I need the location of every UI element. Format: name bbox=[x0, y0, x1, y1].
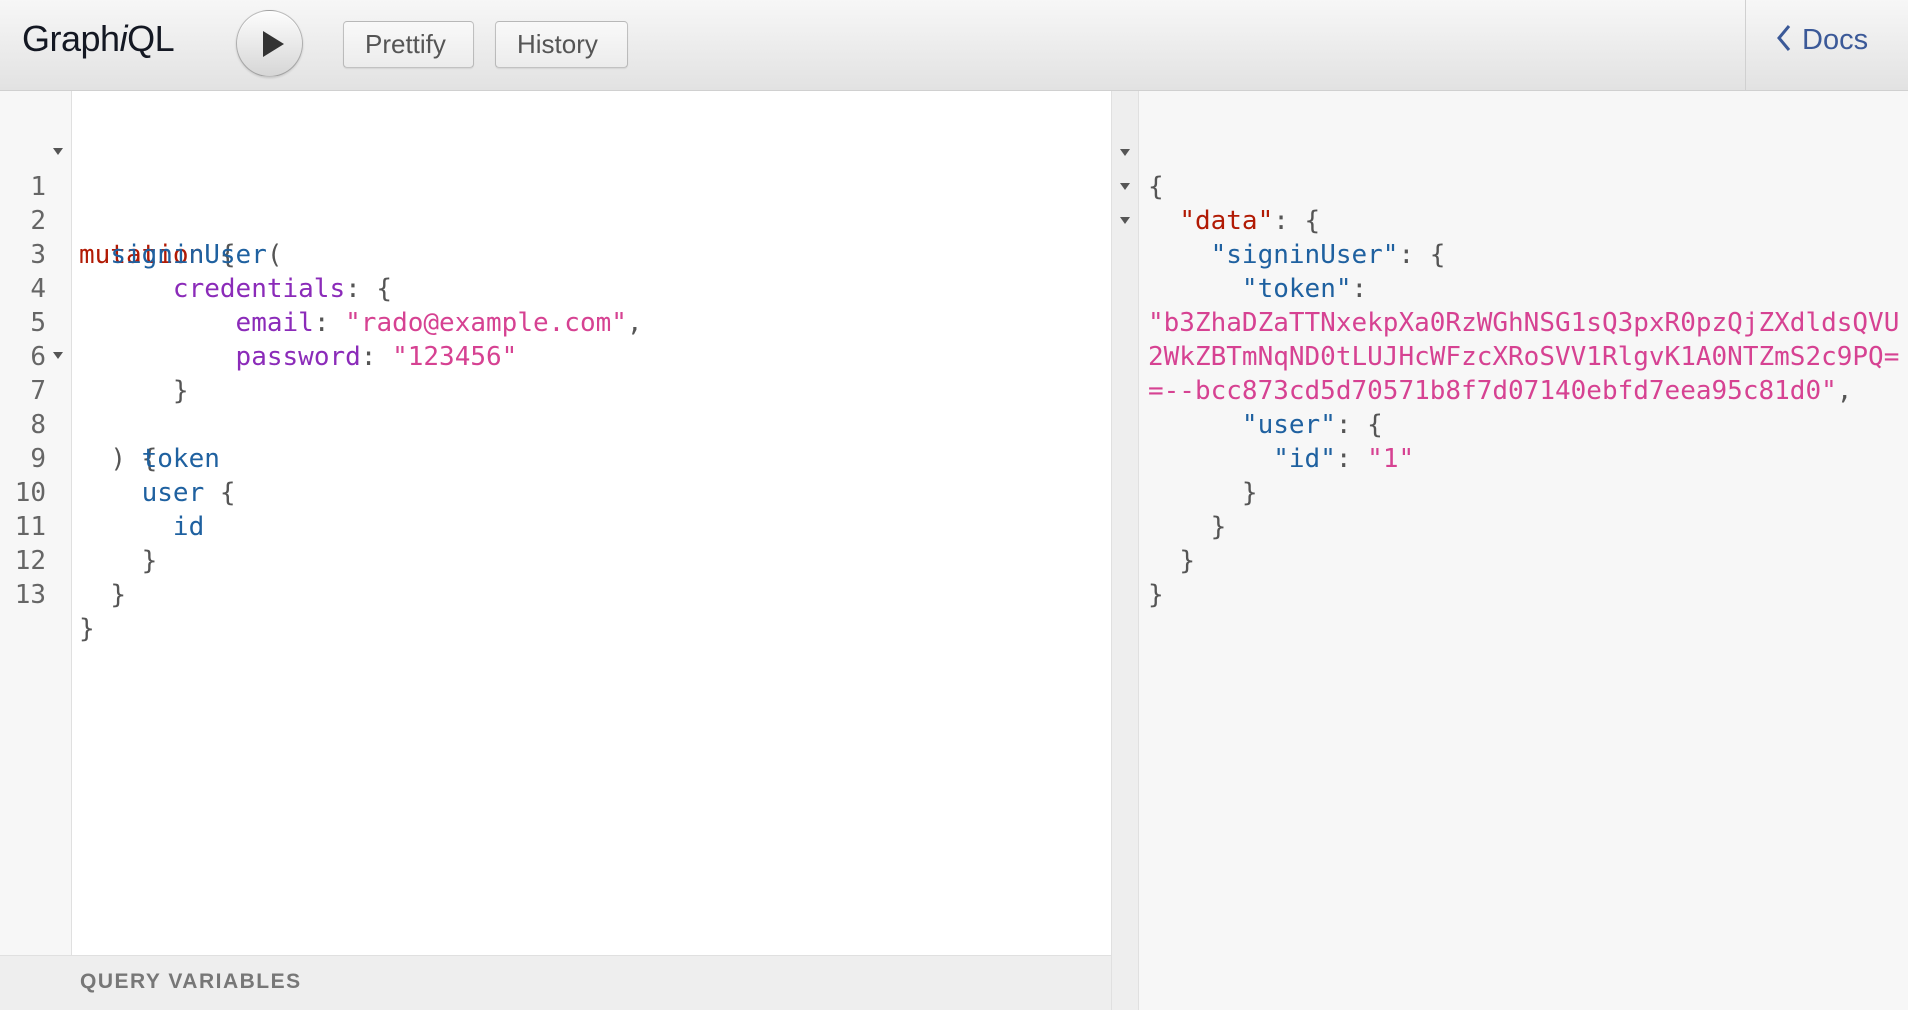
code-line: 2 signinUser( bbox=[0, 170, 282, 270]
execute-query-button[interactable] bbox=[236, 10, 303, 77]
field-name: signinUser bbox=[110, 240, 267, 270]
code-punctuation: } bbox=[79, 614, 95, 644]
code-punctuation: : bbox=[360, 342, 393, 372]
string-value: "123456" bbox=[392, 342, 518, 372]
logo-prefix: Graph bbox=[22, 18, 120, 59]
code-punctuation: { bbox=[204, 478, 236, 508]
code-line: 9 user { bbox=[0, 408, 235, 508]
fold-arrow-icon[interactable] bbox=[1120, 149, 1130, 156]
result-line: "user": { bbox=[1139, 374, 1383, 440]
field-name: id bbox=[172, 512, 205, 542]
result-line: "signinUser": { bbox=[1139, 204, 1446, 270]
result-line: } bbox=[1139, 476, 1233, 542]
result-line: "data": { bbox=[1139, 170, 1320, 236]
json-key: "user" bbox=[1241, 410, 1336, 440]
docs-explorer-toggle: Docs bbox=[1745, 0, 1908, 90]
graphiql-app: GraphiQL Prettify History Docs 1 mutatio… bbox=[0, 0, 1908, 1010]
json-key: "token" bbox=[1241, 274, 1352, 304]
chevron-left-icon bbox=[1776, 24, 1792, 60]
code-line: 1 mutation { bbox=[0, 136, 236, 270]
history-button[interactable]: History bbox=[495, 21, 628, 68]
code-line: 11 } bbox=[0, 476, 158, 576]
graphiql-logo: GraphiQL bbox=[22, 18, 175, 60]
code-punctuation: : bbox=[313, 308, 346, 338]
code-line: 10 id bbox=[0, 442, 205, 542]
json-punctuation: : bbox=[1335, 444, 1368, 474]
json-punctuation: : { bbox=[1335, 410, 1383, 440]
json-punctuation: , bbox=[1836, 376, 1853, 406]
field-name: token bbox=[141, 444, 220, 474]
result-line: { bbox=[1139, 136, 1233, 202]
token-value: 2WkZBTmNqND0tLUJHcWFzcXRoSVV1RlgvK1A0NTZ… bbox=[1148, 342, 1900, 372]
json-punctuation: } bbox=[1241, 478, 1258, 508]
result-line: } bbox=[1139, 442, 1258, 508]
argument-name: email bbox=[235, 308, 314, 338]
code-line: 5 password: "123456" bbox=[0, 272, 517, 372]
toolbar: GraphiQL Prettify History Docs bbox=[0, 0, 1908, 91]
fold-arrow-icon[interactable] bbox=[1120, 217, 1130, 224]
result-line: "id": "1" bbox=[1139, 408, 1414, 474]
argument-name: password bbox=[235, 342, 361, 372]
json-punctuation: : { bbox=[1273, 206, 1321, 236]
json-punctuation: : bbox=[1351, 274, 1368, 304]
result-viewer: { "data": { "signinUser": { "token": "b3… bbox=[1139, 91, 1908, 1010]
json-punctuation: } bbox=[1148, 580, 1164, 610]
result-line: } bbox=[1139, 510, 1233, 576]
line-number: 13 bbox=[14, 580, 46, 610]
query-variables-toggle[interactable]: QUERY VARIABLES bbox=[0, 955, 1111, 1010]
code-punctuation: , bbox=[626, 308, 643, 338]
code-punctuation: } bbox=[141, 546, 158, 576]
fold-arrow-icon[interactable] bbox=[53, 352, 63, 359]
code-punctuation: } bbox=[172, 376, 189, 406]
code-line: 12 } bbox=[0, 510, 126, 610]
token-value: "b3ZhaDZaTTNxekpXa0RzWGhNSG1sQ3pxR0pzQjZ… bbox=[1148, 308, 1900, 338]
code-punctuation: : { bbox=[345, 274, 393, 304]
string-value: "rado@example.com" bbox=[345, 308, 627, 338]
code-line: 4 email: "rado@example.com", bbox=[0, 238, 642, 338]
code-line: 6 } bbox=[0, 306, 188, 406]
result-line: "token": bbox=[1139, 238, 1367, 304]
play-icon bbox=[263, 31, 284, 57]
code-line: 13 } bbox=[0, 544, 95, 644]
fold-arrow-icon[interactable] bbox=[1120, 183, 1130, 190]
argument-name: credentials bbox=[172, 274, 346, 304]
prettify-button[interactable]: Prettify bbox=[343, 21, 474, 68]
token-value: =--bcc873cd5d70571b8f7d07140ebfd7eea95c8… bbox=[1148, 376, 1837, 406]
code-line: 8 token bbox=[0, 374, 220, 474]
code-line: 7 ) { bbox=[0, 340, 157, 474]
logo-italic: i bbox=[119, 18, 128, 59]
query-editor[interactable]: 1 mutation { 2 signinUser( 3 credentials… bbox=[0, 91, 1111, 1010]
json-key: "id" bbox=[1273, 444, 1336, 474]
docs-button[interactable]: Docs bbox=[1776, 24, 1868, 60]
query-variables-label: QUERY VARIABLES bbox=[80, 970, 302, 993]
code-punctuation: } bbox=[110, 580, 126, 610]
result-line: } bbox=[1139, 544, 1233, 610]
fold-arrow-icon[interactable] bbox=[53, 148, 63, 155]
docs-label: Docs bbox=[1802, 24, 1869, 56]
logo-suffix: QL bbox=[127, 18, 175, 59]
string-value: "1" bbox=[1367, 444, 1415, 474]
pane-divider[interactable] bbox=[1111, 91, 1139, 1010]
result-line: =--bcc873cd5d70571b8f7d07140ebfd7eea95c8… bbox=[1139, 340, 1852, 406]
code-punctuation: ( bbox=[266, 240, 283, 270]
code-line: 3 credentials: { bbox=[0, 204, 392, 304]
result-line: "b3ZhaDZaTTNxekpXa0RzWGhNSG1sQ3pxR0pzQjZ… bbox=[1139, 272, 1899, 338]
json-punctuation: : { bbox=[1398, 240, 1446, 270]
field-name: user bbox=[141, 478, 205, 508]
result-line: 2WkZBTmNqND0tLUJHcWFzcXRoSVV1RlgvK1A0NTZ… bbox=[1139, 306, 1899, 372]
json-key: "signinUser" bbox=[1210, 240, 1399, 270]
